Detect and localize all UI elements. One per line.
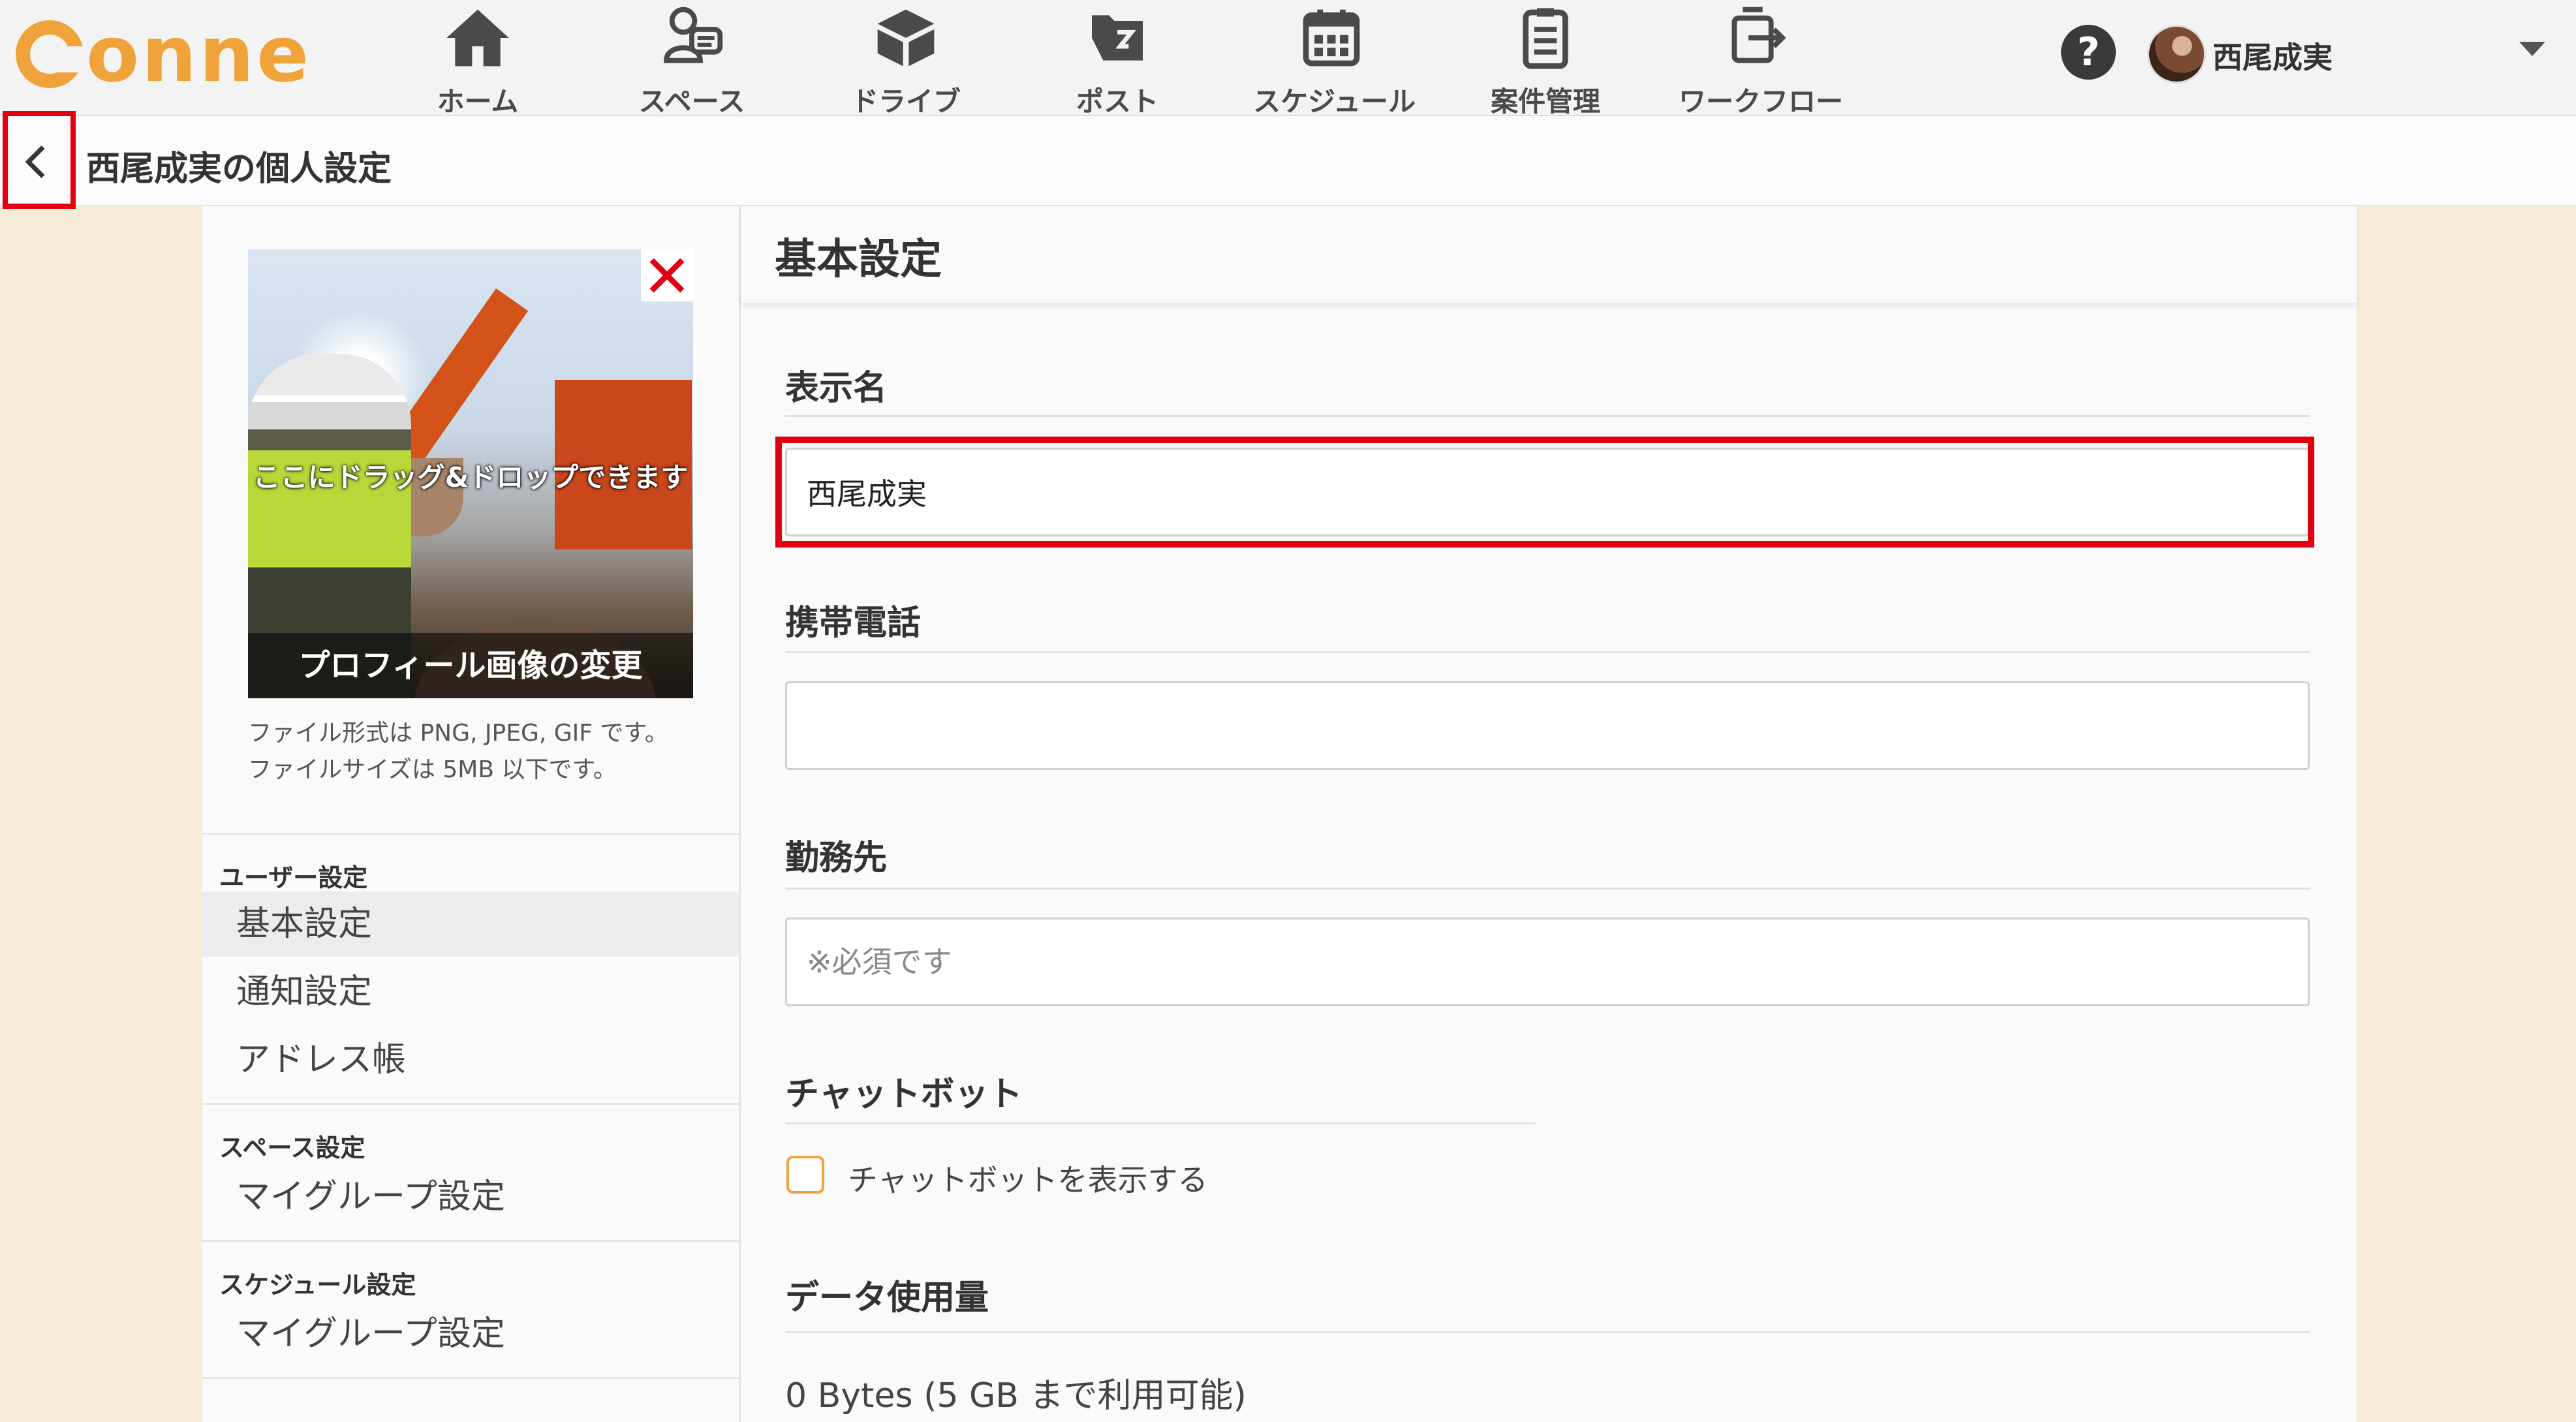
top-bar: onne ホーム スペース ドライブ ポスト スケジュール 案件管理 ワークフロ… (0, 0, 2576, 117)
profile-image-dropzone[interactable]: ここにドラッグ&ドロップできます プロフィール画像の変更 (248, 249, 693, 698)
nav-case-management-label: 案件管理 (1490, 85, 1600, 117)
mobile-phone-label: 携帯電話 (785, 604, 922, 643)
nav-workflow-label: ワークフロー (1679, 85, 1844, 117)
conne-logo[interactable]: onne (16, 12, 311, 97)
chevron-left-icon (25, 146, 45, 178)
mobile-phone-input[interactable] (785, 681, 2310, 770)
nav-workflow[interactable]: ワークフロー (1679, 0, 1843, 117)
divider (202, 1240, 739, 1242)
space-settings-heading: スペース設定 (219, 1134, 365, 1162)
display-name-label: 表示名 (785, 369, 888, 408)
close-icon (649, 258, 685, 293)
back-button[interactable] (3, 111, 76, 209)
page-title: 西尾成実の個人設定 (86, 149, 392, 189)
sidebar-item-basic-settings[interactable]: 基本設定 (202, 891, 739, 957)
nav-drive[interactable]: ドライブ (828, 0, 984, 117)
nav-schedule-label: スケジュール (1253, 85, 1416, 117)
nav-home[interactable]: ホーム (399, 0, 556, 117)
nav-case-management[interactable]: 案件管理 (1467, 0, 1624, 117)
sidebar-item-notification-settings[interactable]: 通知設定 (202, 959, 739, 1025)
nav-schedule[interactable]: スケジュール (1253, 0, 1416, 117)
file-note-size: ファイルサイズは 5MB 以下です。 (248, 756, 617, 783)
file-format-note: ファイル形式は PNG, JPEG, GIF です。 ファイルサイズは 5MB … (248, 715, 668, 788)
data-usage-label: データ使用量 (785, 1278, 989, 1318)
divider (785, 1331, 2310, 1333)
nav-space[interactable]: スペース (613, 0, 770, 117)
chatbot-checkbox[interactable] (786, 1156, 824, 1194)
logo-c-mark (16, 20, 86, 88)
home-icon (446, 9, 509, 67)
post-icon (1092, 15, 1143, 61)
user-settings-heading: ユーザー設定 (219, 863, 368, 892)
chatbot-checkbox-label[interactable]: チャットボットを表示する (848, 1156, 1208, 1199)
chevron-down-icon[interactable] (2519, 42, 2545, 56)
divider (202, 1377, 739, 1379)
change-profile-image-button[interactable]: プロフィール画像の変更 (248, 633, 693, 698)
space-icon (664, 7, 723, 63)
divider (202, 833, 739, 835)
chatbot-label: チャットボット (785, 1075, 1023, 1114)
workplace-label: 勤務先 (785, 839, 888, 878)
nav-drive-label: ドライブ (850, 85, 961, 117)
workflow-icon (1731, 7, 1786, 63)
settings-form: 基本設定 表示名 携帯電話 勤務先 チャットボット チャットボットを表示する デ… (741, 206, 2357, 1422)
divider (785, 415, 2310, 417)
section-title: 基本設定 (775, 236, 942, 284)
sidebar-item-space-my-group[interactable]: マイグループ設定 (202, 1164, 739, 1229)
nav-home-label: ホーム (437, 85, 519, 117)
nav-space-label: スペース (638, 85, 745, 117)
divider (785, 888, 2310, 889)
workplace-input[interactable] (785, 918, 2310, 1006)
help-icon[interactable]: ? (2061, 25, 2116, 80)
file-note-format: ファイル形式は PNG, JPEG, GIF です。 (248, 720, 668, 747)
user-name[interactable]: 西尾成実 (2212, 34, 2333, 77)
data-usage-value: 0 Bytes (5 GB まで利用可能) (785, 1376, 1247, 1415)
divider (785, 651, 2310, 653)
settings-sidebar: ここにドラッグ&ドロップできます プロフィール画像の変更 ファイル形式は PNG… (202, 206, 741, 1422)
remove-image-button[interactable] (641, 249, 693, 301)
section-header: 基本設定 (741, 206, 2357, 303)
user-avatar[interactable] (2147, 25, 2206, 84)
drop-hint: ここにドラッグ&ドロップできます (253, 461, 689, 493)
display-name-input[interactable] (785, 448, 2310, 536)
logo-text: onne (86, 9, 312, 99)
calendar-icon (1303, 9, 1360, 67)
clipboard-icon (1523, 8, 1568, 69)
drive-icon (877, 9, 935, 67)
nav-post-label: ポスト (1076, 85, 1158, 117)
divider (202, 1103, 739, 1105)
schedule-settings-heading: スケジュール設定 (219, 1271, 416, 1299)
sidebar-item-address-book[interactable]: アドレス帳 (202, 1027, 739, 1092)
nav-post[interactable]: ポスト (1039, 0, 1196, 117)
sidebar-item-schedule-my-group[interactable]: マイグループ設定 (202, 1301, 739, 1367)
divider (785, 1122, 1536, 1124)
